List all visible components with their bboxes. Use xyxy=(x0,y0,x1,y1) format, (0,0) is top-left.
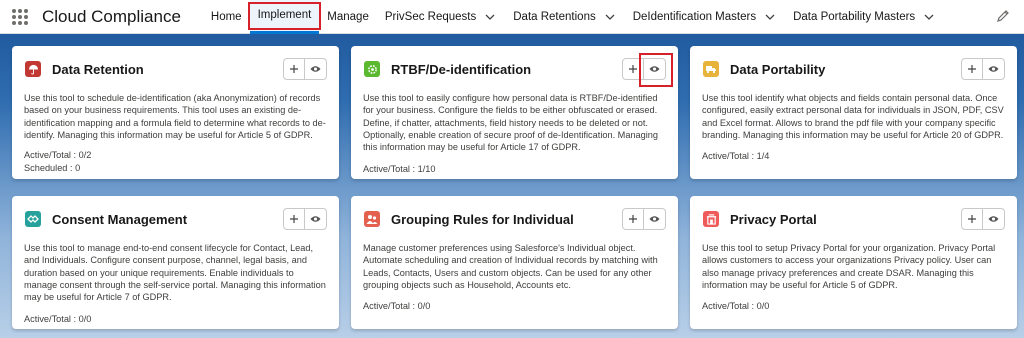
nav-tab-manage[interactable]: Manage xyxy=(319,0,377,34)
add-button[interactable] xyxy=(961,208,983,230)
eye-icon xyxy=(649,216,660,222)
card-title: Consent Management xyxy=(52,211,188,227)
view-button[interactable] xyxy=(305,58,327,80)
nav-tab-label: Data Portability Masters xyxy=(793,10,916,23)
card-data-retention: Data Retention Use this tool to schedule… xyxy=(12,46,339,179)
view-button[interactable] xyxy=(639,53,673,87)
add-button[interactable] xyxy=(961,58,983,80)
card-action-buttons xyxy=(283,58,327,80)
card-title: RTBF/De-identification xyxy=(391,61,532,77)
portal-icon xyxy=(703,211,719,227)
nav-tab-privsec-requests[interactable]: PrivSec Requests xyxy=(377,0,505,34)
card-grouping-rules: Grouping Rules for Individual Manage cus… xyxy=(351,196,678,329)
card-action-buttons xyxy=(622,208,666,230)
nav-tab-label: Data Retentions xyxy=(513,10,596,23)
card-header: RTBF/De-identification xyxy=(363,46,673,92)
eye-icon xyxy=(310,66,321,72)
plus-icon xyxy=(968,65,976,73)
app-name: Cloud Compliance xyxy=(42,6,181,26)
card-header: Privacy Portal xyxy=(702,196,1005,242)
stat-active-total: Active/Total : 1/10 xyxy=(363,164,436,174)
add-button[interactable] xyxy=(283,208,305,230)
card-action-buttons xyxy=(961,58,1005,80)
card-title: Grouping Rules for Individual xyxy=(391,211,574,227)
card-description: Use this tool to schedule de-identificat… xyxy=(24,93,326,140)
view-button[interactable] xyxy=(983,58,1005,80)
umbrella-icon xyxy=(25,61,41,77)
nav-tab-label: DeIdentification Masters xyxy=(632,10,757,23)
chevron-down-icon[interactable] xyxy=(603,10,617,24)
card-header: Data Retention xyxy=(24,46,327,92)
stat-active-total: Active/Total : 0/0 xyxy=(702,301,770,311)
card-action-buttons xyxy=(622,53,673,87)
handshake-icon xyxy=(25,211,41,227)
gear-icon xyxy=(364,61,380,77)
plus-icon xyxy=(968,215,976,223)
card-stats: Active/Total : 0/0 xyxy=(363,300,430,313)
stat-scheduled: Scheduled : 0 xyxy=(24,163,81,173)
stat-active-total: Active/Total : 1/4 xyxy=(702,151,770,161)
nav-tab-data-portability-masters[interactable]: Data Portability Masters xyxy=(785,0,944,34)
stat-active-total: Active/Total : 0/0 xyxy=(24,314,92,324)
add-button[interactable] xyxy=(283,58,305,80)
plus-icon xyxy=(629,215,637,223)
card-consent-management: Consent Management Use this tool to mana… xyxy=(12,196,339,329)
stat-active-total: Active/Total : 0/0 xyxy=(363,301,431,311)
eye-icon xyxy=(988,66,999,72)
global-nav-bar: Cloud Compliance Home Implement Manage P… xyxy=(0,0,1024,34)
view-button[interactable] xyxy=(305,208,327,230)
card-header: Data Portability xyxy=(702,46,1005,92)
nav-tab-label: Manage xyxy=(327,10,369,23)
card-stats: Active/Total : 1/4 xyxy=(702,150,769,163)
plus-icon xyxy=(290,65,298,73)
chevron-down-icon[interactable] xyxy=(483,10,497,24)
card-header: Consent Management xyxy=(24,196,327,242)
truck-icon xyxy=(703,61,719,77)
card-data-portability: Data Portability Use this tool identify … xyxy=(690,46,1017,179)
nav-tab-data-retentions[interactable]: Data Retentions xyxy=(505,0,624,34)
stat-active-total: Active/Total : 0/2 xyxy=(24,150,92,160)
card-stats: Active/Total : 1/10 xyxy=(363,163,436,176)
chevron-down-icon[interactable] xyxy=(922,10,936,24)
card-header: Grouping Rules for Individual xyxy=(363,196,666,242)
chevron-down-icon[interactable] xyxy=(763,10,777,24)
card-action-buttons xyxy=(283,208,327,230)
card-stats: Active/Total : 0/0 xyxy=(24,313,91,326)
nav-tab-label: Home xyxy=(210,10,242,23)
view-button[interactable] xyxy=(983,208,1005,230)
edit-nav-icon[interactable] xyxy=(996,9,1010,23)
card-title: Data Retention xyxy=(52,61,144,77)
view-button[interactable] xyxy=(644,208,666,230)
card-title: Data Portability xyxy=(730,61,826,77)
nav-tab-implement[interactable]: Implement xyxy=(247,0,321,34)
card-rtbf-deidentification: RTBF/De-identification Use this tool to … xyxy=(351,46,678,179)
nav-tab-label: Implement xyxy=(257,9,312,21)
card-description: Use this tool identify what objects and … xyxy=(702,93,1004,140)
plus-icon xyxy=(290,215,298,223)
nav-tab-deidentification-masters[interactable]: DeIdentification Masters xyxy=(625,0,785,34)
nav-tab-home[interactable]: Home xyxy=(203,0,250,34)
eye-icon xyxy=(310,216,321,222)
card-description: Manage customer preferences using Salesf… xyxy=(363,243,658,290)
people-icon xyxy=(364,211,380,227)
card-privacy-portal: Privacy Portal Use this tool to setup Pr… xyxy=(690,196,1017,329)
card-title: Privacy Portal xyxy=(730,211,817,227)
card-action-buttons xyxy=(961,208,1005,230)
eye-icon xyxy=(988,216,999,222)
card-description: Use this tool to setup Privacy Portal fo… xyxy=(702,243,996,290)
nav-tab-label: PrivSec Requests xyxy=(384,10,477,23)
eye-icon xyxy=(649,66,660,72)
card-description: Use this tool to easily configure how pe… xyxy=(363,93,659,153)
card-stats: Active/Total : 0/2 Scheduled : 0 xyxy=(24,149,91,175)
card-stats: Active/Total : 0/0 xyxy=(702,300,769,313)
plus-icon xyxy=(629,65,637,73)
add-button[interactable] xyxy=(622,208,644,230)
app-launcher-icon[interactable] xyxy=(12,8,28,25)
card-description: Use this tool to manage end-to-end conse… xyxy=(24,243,326,303)
